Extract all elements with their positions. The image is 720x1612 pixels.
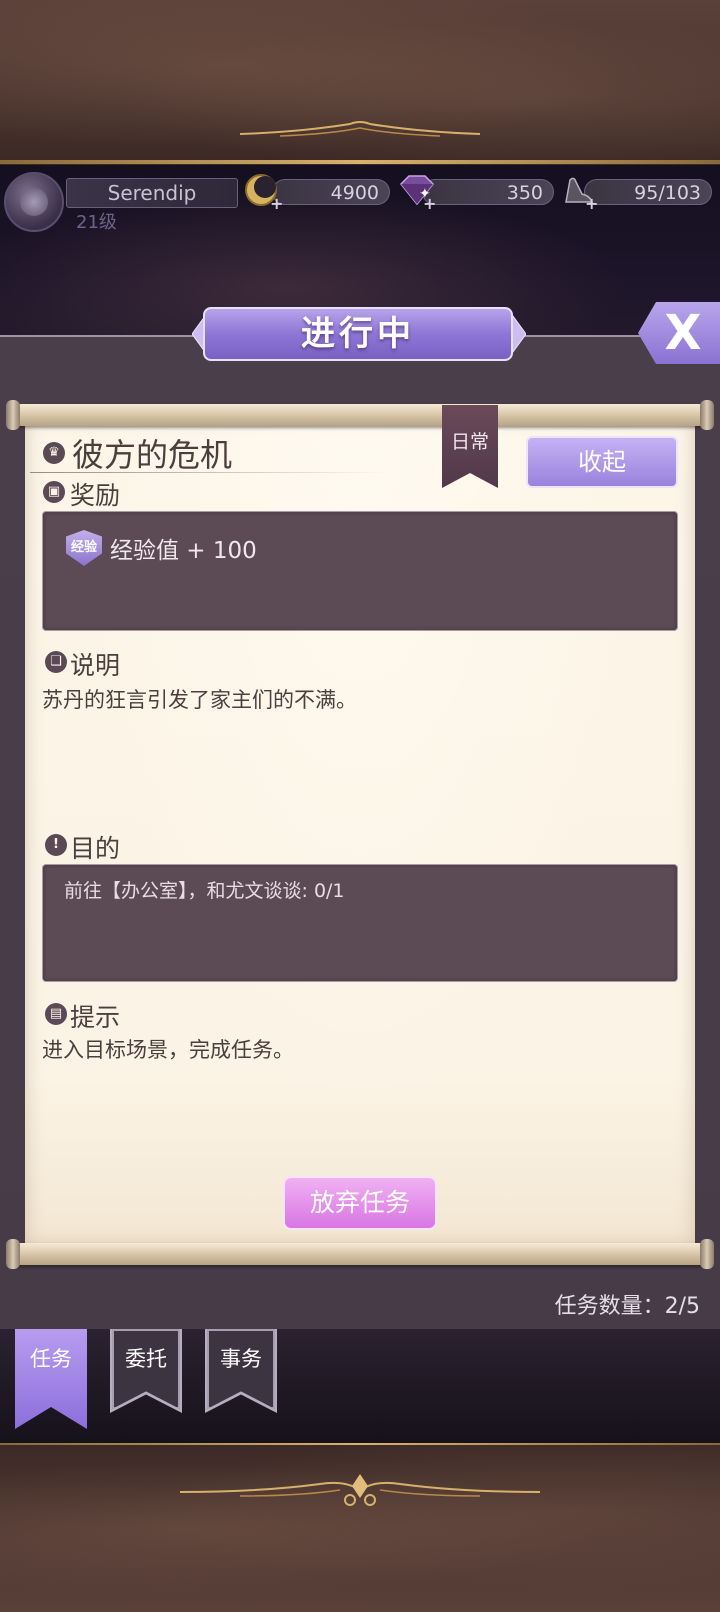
player-level: 21级 (76, 212, 117, 233)
tabs-bar (0, 1329, 720, 1445)
scroll-top-rod-end-right (700, 400, 714, 430)
description-header: 说明 (70, 651, 121, 680)
scroll-top-rod (10, 404, 710, 426)
player-name: Serendip (66, 178, 238, 208)
hint-note-icon: ▤ (45, 1003, 67, 1025)
objective-text: 前往【办公室】，和尤文谈谈: 0/1 (64, 880, 345, 902)
top-frame (0, 0, 720, 165)
top-flourish (240, 121, 480, 137)
gem-counter: 350 (422, 179, 554, 205)
quest-title: 彼方的危机 (72, 436, 233, 474)
reward-box (42, 511, 678, 631)
reward-header: 奖励 (70, 481, 121, 510)
bottom-flourish (180, 1474, 540, 1506)
collapse-button[interactable]: 收起 (526, 436, 678, 488)
book-icon: ❑ (45, 651, 67, 673)
quest-count: 任务数量：2/5 (554, 1294, 700, 1319)
gold-counter: 4900 (272, 179, 390, 205)
reward-icon: ▣ (43, 481, 65, 503)
scroll-top-rod-end-left (6, 400, 20, 430)
scroll-bottom-rod-end-left (6, 1239, 20, 1269)
abandon-quest-button[interactable]: 放弃任务 (283, 1176, 437, 1230)
scroll-bottom-rod (10, 1243, 710, 1265)
exclamation-icon: ! (45, 834, 67, 856)
rose-icon (20, 188, 48, 216)
hint-header: 提示 (70, 1003, 121, 1032)
panel-title: 进行中 (203, 307, 513, 361)
objective-header: 目的 (70, 834, 121, 863)
stamina-counter: 95/103 (584, 179, 712, 205)
crown-icon: ♛ (43, 442, 65, 464)
scroll-bottom-rod-end-right (700, 1239, 714, 1269)
gem-plus-icon[interactable]: + (423, 194, 436, 213)
stamina-plus-icon[interactable]: + (585, 194, 598, 213)
reward-item: 经验值 + 100 (110, 538, 257, 564)
top-gold-line (0, 160, 720, 164)
title-divider (30, 472, 390, 473)
gold-plus-icon[interactable]: + (270, 194, 283, 213)
player-avatar[interactable] (4, 172, 64, 232)
description-text: 苏丹的狂言引发了家主们的不满。 (42, 688, 357, 712)
hint-text: 进入目标场景，完成任务。 (42, 1038, 294, 1062)
